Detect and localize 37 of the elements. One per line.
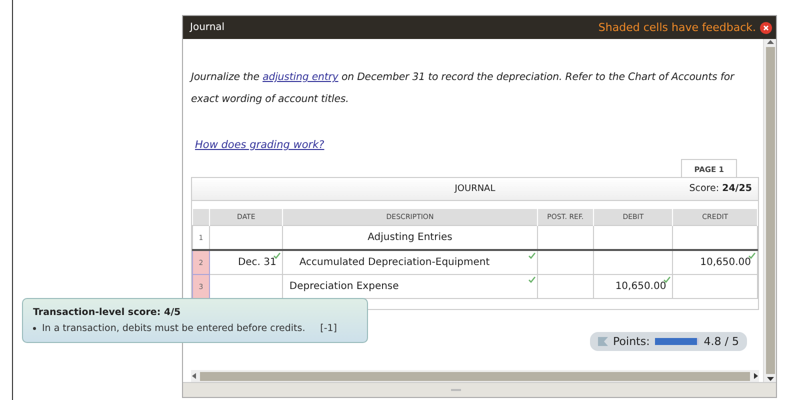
points-label: Points: <box>613 335 650 348</box>
flag-icon <box>598 337 608 346</box>
journal-title: JOURNAL <box>454 184 496 194</box>
scroll-right-icon[interactable] <box>752 373 759 379</box>
check-icon <box>273 252 282 259</box>
check-icon <box>528 276 536 283</box>
table-cell[interactable]: Dec. 31 <box>209 250 283 274</box>
table-cell[interactable] <box>209 226 283 250</box>
check-icon <box>748 252 756 259</box>
instructions-text: Journalize the adjusting entry on December 31 to record the depreciation. Refer to the Chart of Accounts for exact wording of account titles. <box>191 71 736 107</box>
points-reading: 4.8 / 5 <box>704 335 739 348</box>
table-cell[interactable]: Accumulated Depreciation-Equipment <box>282 250 538 274</box>
window-title: Journal <box>190 22 225 33</box>
feedback-notice: Shaded cells have feedback. <box>598 21 756 34</box>
table-cell[interactable]: Adjusting Entries <box>282 226 538 250</box>
check-icon <box>528 252 536 259</box>
scroll-left-icon[interactable] <box>191 373 198 379</box>
grading-help-link[interactable]: How does grading work? <box>195 139 324 151</box>
check-icon <box>663 276 672 283</box>
table-cell[interactable]: 10,650.00 <box>594 274 673 298</box>
table-cell[interactable] <box>594 226 673 250</box>
bullet-icon <box>33 327 36 330</box>
score-text: Score: 24/25 <box>689 183 752 194</box>
table-cell[interactable] <box>672 274 758 298</box>
penalty-text: [-1] <box>320 323 337 334</box>
tooltip-title: Transaction-level score: 4/5 <box>33 307 182 318</box>
feedback-message: In a transaction, debits must be entered before credits. <box>42 323 306 334</box>
table-cell[interactable] <box>537 226 594 250</box>
vertical-scrollbar[interactable] <box>766 47 774 374</box>
close-icon[interactable] <box>760 22 772 34</box>
table-cell[interactable] <box>537 250 594 274</box>
table-cell[interactable]: 10,650.00 <box>672 250 758 274</box>
horizontal-scrollbar[interactable] <box>200 372 750 380</box>
table-cell[interactable] <box>594 250 673 274</box>
table-cell[interactable] <box>672 226 758 250</box>
table-cell[interactable] <box>537 274 594 298</box>
adjusting-entry-link[interactable]: adjusting entry <box>262 72 338 83</box>
